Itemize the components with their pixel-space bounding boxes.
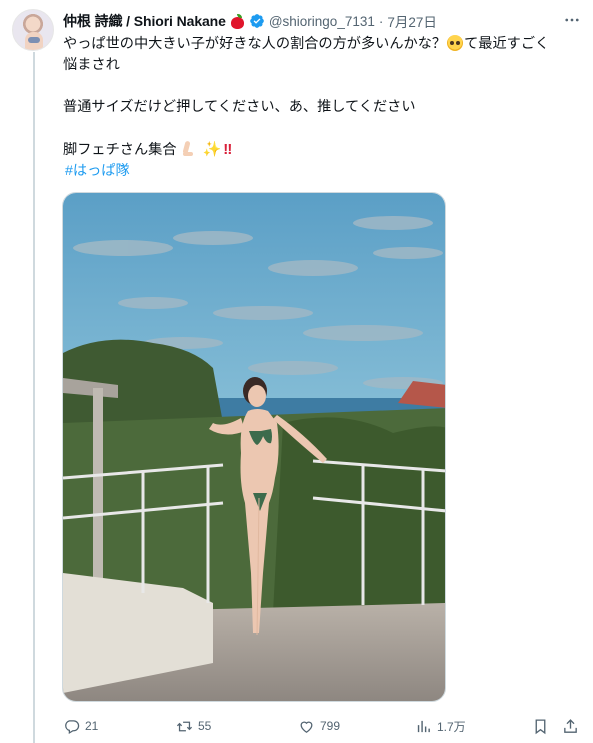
tweet-header: 仲根 詩織 / Shiori Nakane @shioringo_7131 · …: [63, 11, 437, 31]
bookmark-button[interactable]: [532, 716, 549, 736]
tweet-actions: 21 55 799 1.7万: [63, 716, 583, 736]
bookmark-icon: [535, 718, 546, 734]
tweet-line-text: 脚フェチさん集合: [63, 142, 177, 158]
verified-badge-icon: [249, 14, 264, 28]
post-date[interactable]: 7月27日: [387, 11, 437, 31]
tweet-text: やっぱ世の中大きい子が好きな人の割合の方が多いんかな？ て最近すごく 悩まされ 普…: [63, 34, 583, 182]
separator-dot: ·: [378, 13, 384, 29]
structure-post: [93, 388, 103, 588]
sparkles-emoji-icon: ✨: [202, 141, 222, 158]
heart-icon: [300, 721, 313, 733]
reply-icon: [65, 719, 80, 734]
leg-emoji-icon: [178, 141, 196, 157]
thread-line: [33, 52, 35, 743]
avatar[interactable]: [12, 9, 54, 51]
pleading-face-emoji-icon: [447, 35, 464, 51]
share-button[interactable]: [562, 716, 579, 736]
tweet-line: 普通サイズだけど押してください、あ、推してください: [63, 99, 416, 115]
repost-count: 55: [198, 719, 212, 733]
photo-scene: [63, 193, 445, 701]
tweet-line-text: て最近すごく: [464, 36, 550, 52]
like-count: 799: [320, 719, 341, 733]
reply-count: 21: [85, 719, 99, 733]
repost-button[interactable]: 55: [176, 716, 211, 736]
tweet-line-text: やっぱ世の中大きい子が好きな人の割合の方が多いんかな？: [63, 36, 447, 52]
hashtag-link[interactable]: #はっぱ隊: [63, 163, 130, 179]
more-options-icon[interactable]: [562, 10, 582, 30]
views-button[interactable]: 1.7万: [415, 716, 466, 736]
tweet-line: やっぱ世の中大きい子が好きな人の割合の方が多いんかな？ て最近すごく: [63, 34, 583, 55]
display-name[interactable]: 仲根 詩織 / Shiori Nakane: [63, 11, 226, 31]
handle[interactable]: @shioringo_7131: [269, 14, 375, 29]
red-apple-icon: [230, 13, 245, 29]
views-count: 1.7万: [437, 719, 466, 734]
like-button[interactable]: 799: [298, 716, 340, 736]
palms: [273, 417, 445, 613]
tweet-line: #はっぱ隊: [63, 161, 583, 182]
views-chart-icon: [417, 720, 430, 732]
tweet-photo[interactable]: [62, 192, 446, 702]
avatar-swimsuit: [28, 37, 40, 43]
repost-icon: [176, 721, 193, 731]
share-icon: [564, 718, 577, 733]
tweet-line: 脚フェチさん集合 ✨ ‼: [63, 139, 583, 161]
double-exclamation-emoji-icon: ‼: [223, 141, 232, 158]
tweet-line: 悩まされ: [63, 57, 120, 73]
reply-button[interactable]: 21: [63, 716, 98, 736]
